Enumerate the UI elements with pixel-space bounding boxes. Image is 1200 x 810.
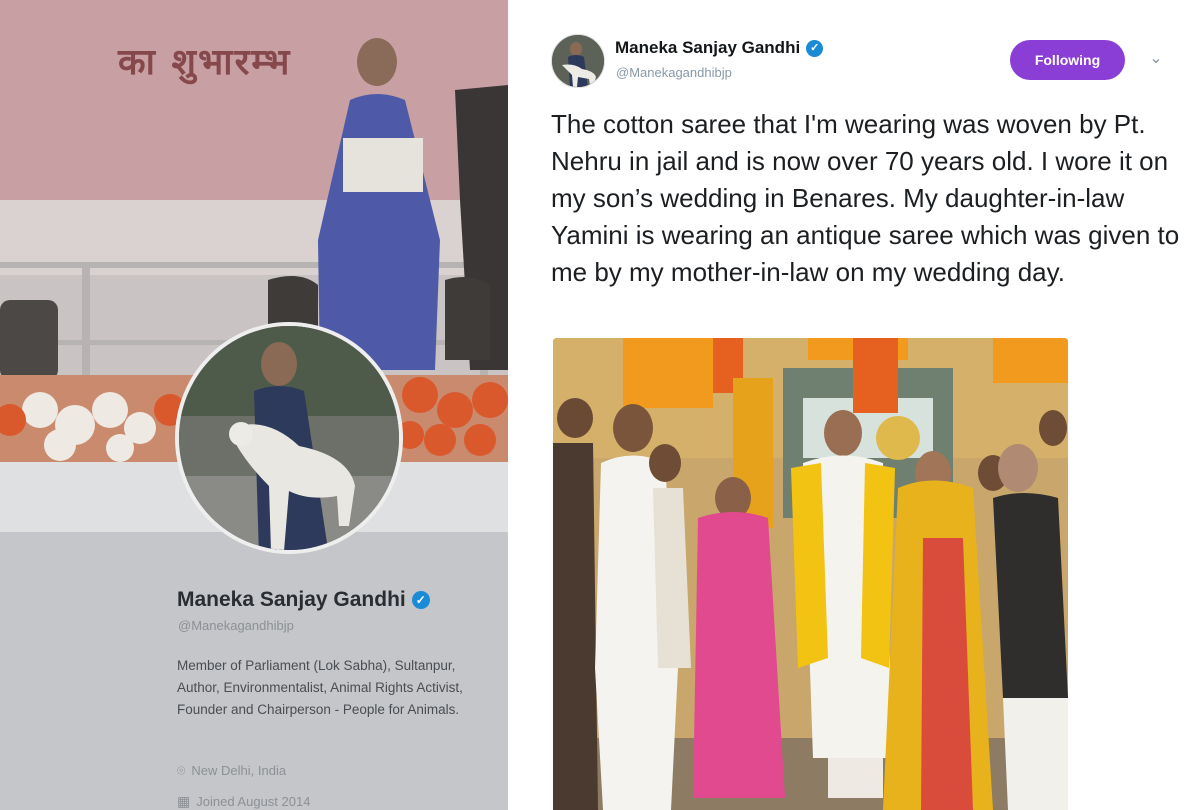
verified-badge-icon: ✓	[806, 39, 824, 57]
following-button[interactable]: Following	[1010, 40, 1125, 80]
verified-badge-icon: ✓	[411, 591, 430, 609]
chevron-down-icon[interactable]: ⌄	[1144, 48, 1168, 72]
tweet-text: The cotton saree that I'm wearing was wo…	[551, 109, 1180, 287]
tweet-author-name[interactable]: Maneka Sanjay Gandhi ✓	[615, 38, 824, 58]
tweet-photo[interactable]	[553, 338, 1068, 810]
profile-location: ⌾ New Delhi, India	[177, 762, 287, 778]
tweet-author-handle[interactable]: @Manekagandhibjp	[616, 65, 732, 80]
tweet-author-avatar[interactable]	[551, 34, 605, 88]
calendar-icon: ▦	[177, 793, 191, 809]
profile-handle: @Manekagandhibjp	[178, 618, 294, 633]
map-pin-icon: ⌾	[177, 762, 186, 778]
profile-avatar[interactable]	[175, 322, 403, 554]
profile-screenshot: का शुभारम्भ Maneka Sanjay Gandhi ✓ @Mane…	[0, 0, 508, 810]
profile-name: Maneka Sanjay Gandhi ✓	[177, 588, 430, 612]
profile-bio: Member of Parliament (Lok Sabha), Sultan…	[177, 658, 463, 717]
profile-joined: ▦ Joined August 2014	[177, 793, 311, 809]
banner-text: का शुभारम्भ	[118, 42, 292, 83]
tweet-card: Maneka Sanjay Gandhi ✓ @Manekagandhibjp …	[508, 0, 1200, 810]
